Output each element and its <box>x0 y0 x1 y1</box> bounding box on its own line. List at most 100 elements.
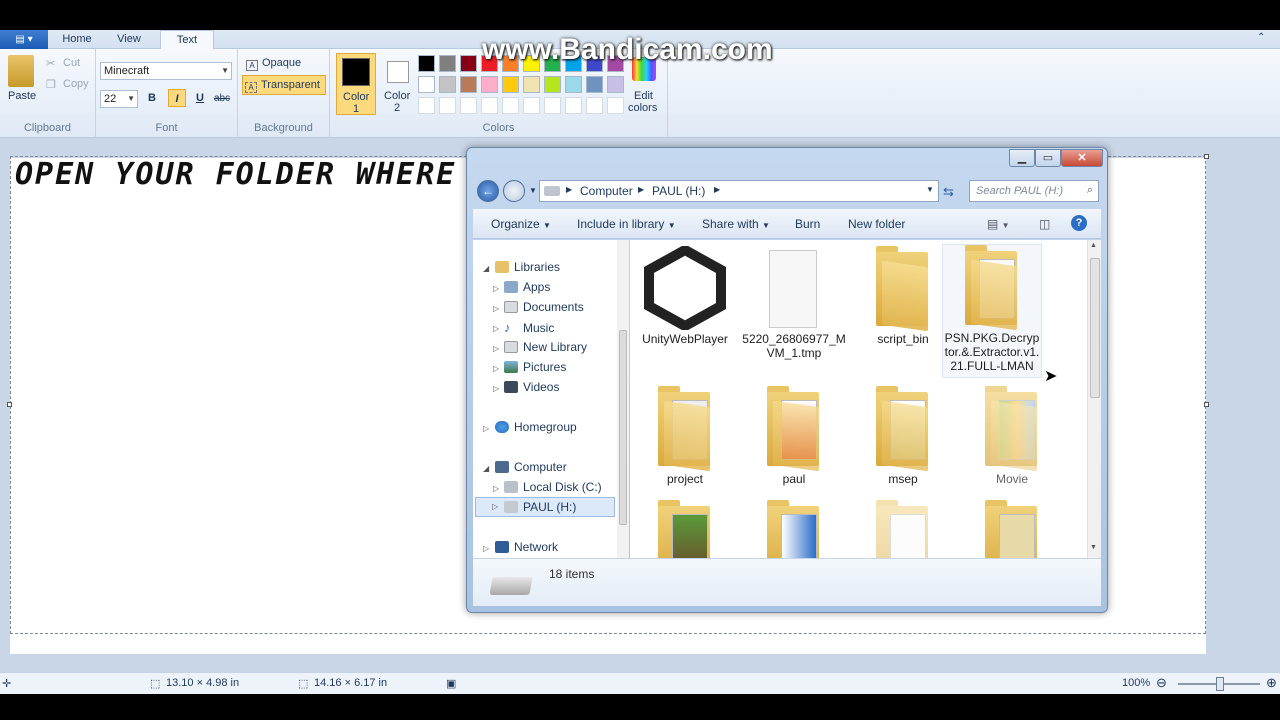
resize-handle[interactable] <box>1204 402 1209 407</box>
nav-computer[interactable]: Computer <box>495 460 567 478</box>
breadcrumb-computer[interactable]: Computer <box>580 184 633 198</box>
content-scroll-thumb[interactable] <box>1090 258 1100 398</box>
palette-color-swatch[interactable] <box>439 55 456 72</box>
palette-color-swatch[interactable] <box>523 76 540 93</box>
nav-music[interactable]: ♪ Music <box>504 320 554 338</box>
nav-homegroup[interactable]: Homegroup <box>495 420 577 438</box>
copy-button[interactable]: Copy <box>63 78 89 90</box>
new-folder-button[interactable]: New folder <box>848 217 905 231</box>
view-options-icon[interactable]: ▤ ▼ <box>987 217 1010 231</box>
scroll-up-icon[interactable]: ▲ <box>1090 242 1097 249</box>
breadcrumb-arrow-icon[interactable]: ▶ <box>566 185 572 194</box>
nav-network[interactable]: Network <box>495 540 558 558</box>
preview-pane-icon[interactable]: ◫ <box>1039 217 1050 231</box>
include-in-library-button[interactable]: Include in library ▼ <box>577 217 676 231</box>
nav-apps[interactable]: Apps <box>504 280 550 298</box>
color2-button[interactable]: Color 2 <box>380 53 420 115</box>
breadcrumb-paul-drive[interactable]: PAUL (H:) <box>652 184 705 198</box>
palette-color-swatch[interactable] <box>565 76 582 93</box>
folder-item[interactable] <box>741 500 847 558</box>
help-icon[interactable]: ⌃ <box>1257 32 1265 43</box>
color1-button[interactable]: Color 1 <box>336 53 376 115</box>
help-icon[interactable]: ? <box>1071 215 1087 231</box>
resize-handle[interactable] <box>1204 154 1209 159</box>
palette-color-swatch[interactable] <box>460 97 477 114</box>
paint-menu-button[interactable]: ▤ ▾ <box>0 30 48 49</box>
nav-local-disk[interactable]: Local Disk (C:) <box>504 480 602 498</box>
folder-item-hovered[interactable]: PSN.PKG.Decryptor.&.Extractor.v1.21.FULL… <box>942 244 1042 378</box>
paste-icon[interactable] <box>8 55 34 87</box>
expand-arrow-icon[interactable]: ▷ <box>493 324 499 333</box>
palette-color-swatch[interactable] <box>502 76 519 93</box>
breadcrumb-arrow-icon[interactable]: ▶ <box>638 185 644 194</box>
folder-item[interactable]: script_bin <box>850 246 956 346</box>
zoom-slider-thumb[interactable] <box>1216 677 1224 691</box>
palette-color-swatch[interactable] <box>523 97 540 114</box>
zoom-in-button[interactable]: ⊕ <box>1266 675 1277 691</box>
back-button[interactable]: ← <box>477 180 499 202</box>
expand-arrow-icon[interactable]: ▷ <box>493 364 499 373</box>
underline-button[interactable]: U <box>196 92 204 104</box>
expand-arrow-icon[interactable]: ▷ <box>493 484 499 493</box>
search-input[interactable]: Search PAUL (H:) ⌕ <box>969 180 1099 202</box>
palette-color-swatch[interactable] <box>418 55 435 72</box>
italic-button[interactable]: I <box>168 89 186 107</box>
zoom-out-button[interactable]: ⊖ <box>1156 675 1167 691</box>
nav-pictures[interactable]: Pictures <box>504 360 566 378</box>
opaque-button[interactable]: A Opaque <box>246 57 301 71</box>
palette-color-swatch[interactable] <box>460 76 477 93</box>
palette-color-swatch[interactable] <box>418 97 435 114</box>
maximize-button[interactable]: ▭ <box>1035 149 1061 167</box>
nav-new-library[interactable]: New Library <box>504 340 587 358</box>
scroll-down-icon[interactable]: ▼ <box>1090 544 1097 551</box>
breadcrumb-arrow-icon[interactable]: ▶ <box>714 185 720 194</box>
strikethrough-button[interactable]: abc <box>214 93 230 104</box>
file-item[interactable]: UnityWebPlayer <box>632 244 738 346</box>
nav-scroll-thumb[interactable] <box>619 330 627 525</box>
palette-color-swatch[interactable] <box>607 76 624 93</box>
address-dropdown-icon[interactable]: ▼ <box>926 185 934 194</box>
tab-text[interactable]: Text <box>160 30 214 50</box>
palette-color-swatch[interactable] <box>544 97 561 114</box>
folder-item[interactable] <box>850 500 956 558</box>
tab-view[interactable]: View <box>106 30 152 49</box>
palette-color-swatch[interactable] <box>586 97 603 114</box>
palette-color-swatch[interactable] <box>460 55 477 72</box>
file-item[interactable]: 5220_26806977_MVM_1.tmp <box>741 246 847 360</box>
cut-button[interactable]: Cut <box>63 57 80 69</box>
folder-item[interactable]: msep <box>850 386 956 486</box>
folder-item[interactable]: project <box>632 386 738 486</box>
nav-videos[interactable]: Videos <box>504 380 559 398</box>
expand-arrow-icon[interactable]: ▷ <box>492 502 498 511</box>
folder-item[interactable] <box>632 500 738 558</box>
resize-handle[interactable] <box>7 402 12 407</box>
nav-libraries[interactable]: Libraries <box>495 260 560 278</box>
burn-button[interactable]: Burn <box>795 217 820 231</box>
zoom-slider[interactable] <box>1178 677 1260 691</box>
folder-item[interactable] <box>959 500 1065 558</box>
recent-pages-icon[interactable]: ▼ <box>529 186 537 195</box>
address-bar[interactable]: ▶ Computer ▶ PAUL (H:) ▶ ▼ <box>539 180 939 202</box>
palette-color-swatch[interactable] <box>481 76 498 93</box>
content-scrollbar[interactable]: ▲ ▼ <box>1087 240 1101 558</box>
folder-item[interactable]: paul <box>741 386 847 486</box>
bold-button[interactable]: B <box>148 92 156 104</box>
expand-arrow-icon[interactable]: ▷ <box>483 544 489 553</box>
share-with-button[interactable]: Share with ▼ <box>702 217 770 231</box>
expand-arrow-icon[interactable]: ▷ <box>493 284 499 293</box>
font-size-select[interactable]: 22 ▼ <box>100 90 138 108</box>
paste-button[interactable]: Paste <box>8 90 36 102</box>
palette-color-swatch[interactable] <box>502 97 519 114</box>
nav-scrollbar[interactable] <box>617 240 629 558</box>
palette-color-swatch[interactable] <box>565 97 582 114</box>
close-button[interactable]: ✕ <box>1061 149 1103 167</box>
collapse-arrow-icon[interactable]: ◢ <box>483 464 489 473</box>
expand-arrow-icon[interactable]: ▷ <box>483 424 489 433</box>
palette-color-swatch[interactable] <box>418 76 435 93</box>
collapse-arrow-icon[interactable]: ◢ <box>483 264 489 273</box>
folder-item[interactable]: Movie <box>959 386 1065 486</box>
minimize-button[interactable]: ▁ <box>1009 149 1035 167</box>
organize-button[interactable]: Organize ▼ <box>491 217 551 231</box>
palette-color-swatch[interactable] <box>481 97 498 114</box>
forward-button[interactable] <box>503 180 525 202</box>
